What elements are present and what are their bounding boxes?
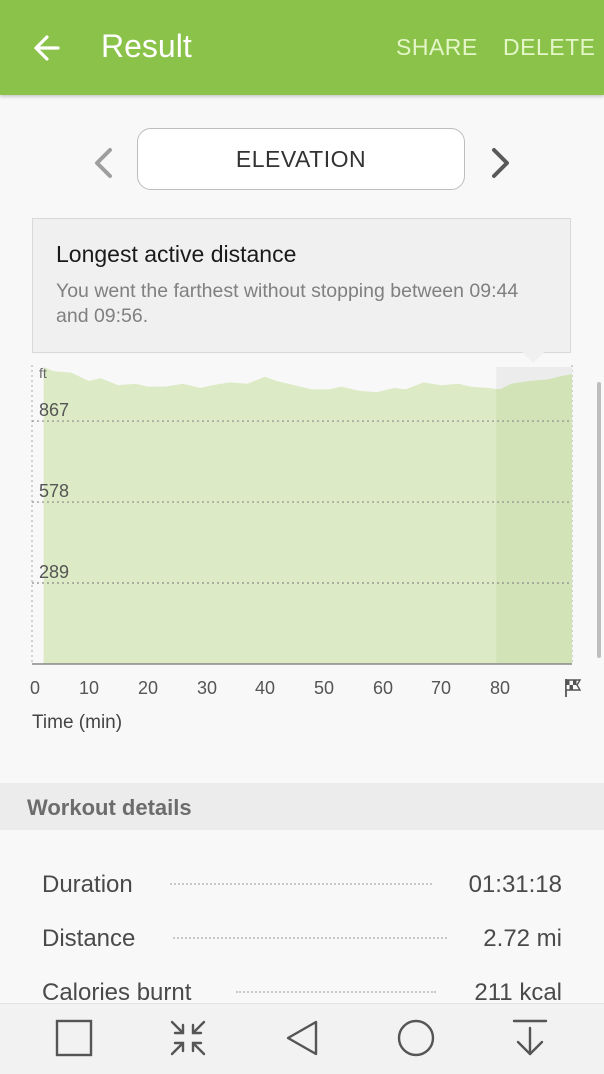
y-tick-label: 867 xyxy=(39,400,69,420)
y-tick-label: 289 xyxy=(39,562,69,582)
duration-label: Duration xyxy=(42,871,133,898)
previous-metric-chevron-icon[interactable] xyxy=(86,143,122,183)
x-tick-label: 0 xyxy=(30,678,41,698)
distance-label: Distance xyxy=(42,925,136,952)
back-arrow-icon[interactable] xyxy=(28,28,68,68)
x-tick-label: 60 xyxy=(373,678,394,698)
finish-flag-icon xyxy=(565,679,582,697)
elevation-area xyxy=(43,367,573,664)
app-bar: Result SHARE DELETE xyxy=(0,0,604,95)
tooltip-title: Longest active distance xyxy=(56,241,297,267)
metric-selector-button[interactable]: ELEVATION xyxy=(137,128,465,190)
y-tick-label: 578 xyxy=(39,481,69,501)
highlight-band xyxy=(496,367,572,664)
y-axis-unit: ft xyxy=(39,365,47,381)
x-tick-label: 40 xyxy=(255,678,276,698)
section-title: Workout details xyxy=(27,795,192,820)
download-arrow-icon[interactable] xyxy=(510,1018,550,1058)
page-title: Result xyxy=(101,28,192,64)
home-circle-icon[interactable] xyxy=(396,1018,436,1058)
distance-value: 2.72 mi xyxy=(483,925,562,952)
x-tick-label: 80 xyxy=(490,678,511,698)
x-tick-label: 10 xyxy=(79,678,100,698)
next-metric-chevron-icon[interactable] xyxy=(482,143,518,183)
x-tick-label: 20 xyxy=(138,678,159,698)
recent-apps-icon[interactable] xyxy=(54,1018,94,1058)
x-tick-label: 30 xyxy=(197,678,218,698)
leader-dots xyxy=(173,937,447,939)
tooltip-text: You went the farthest without stopping b… xyxy=(56,280,519,327)
scrollbar[interactable] xyxy=(597,382,601,658)
elevation-chart[interactable]: 289 578 867 ft xyxy=(0,355,604,685)
leader-dots xyxy=(236,991,436,993)
x-axis-label: Time (min) xyxy=(32,712,123,733)
workout-details-header: Workout details xyxy=(0,783,604,830)
leader-dots xyxy=(170,883,432,885)
back-triangle-icon[interactable] xyxy=(283,1018,323,1058)
system-navigation-bar xyxy=(0,1003,604,1074)
longest-active-distance-tooltip: Longest active distance You went the far… xyxy=(32,218,571,353)
x-tick-label: 50 xyxy=(314,678,335,698)
delete-button[interactable]: DELETE xyxy=(503,34,595,61)
collapse-icon[interactable] xyxy=(168,1018,208,1058)
share-button[interactable]: SHARE xyxy=(396,34,478,61)
x-tick-label: 70 xyxy=(431,678,452,698)
duration-value: 01:31:18 xyxy=(468,871,562,898)
